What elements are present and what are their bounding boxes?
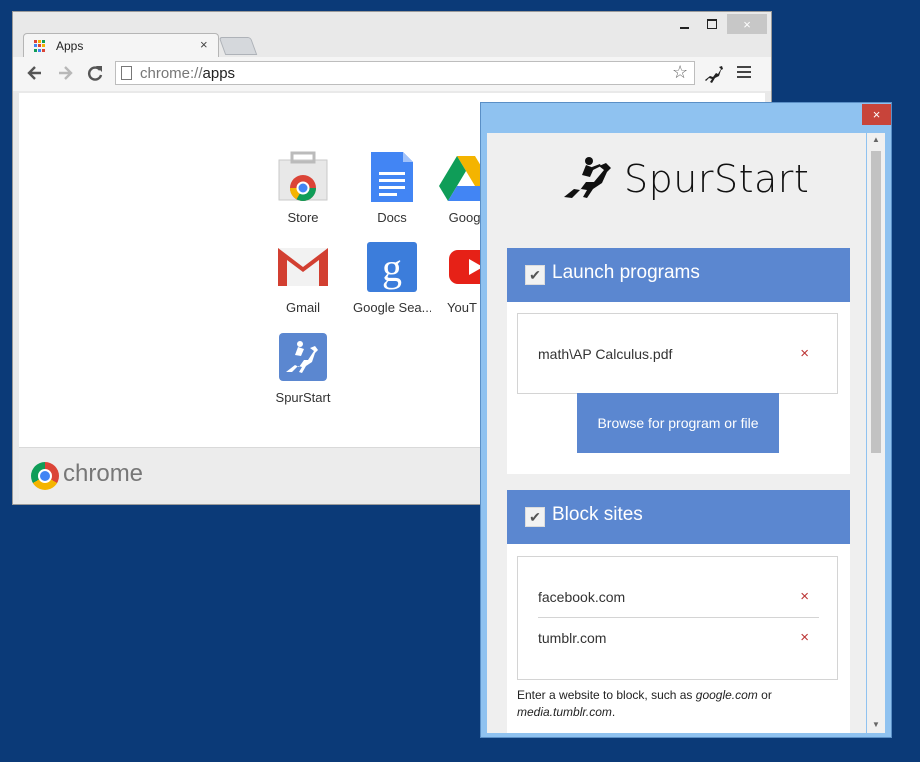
scroll-down-icon[interactable]: ▼	[867, 720, 885, 729]
block-sites-header[interactable]: ✔ Block sites	[507, 490, 850, 544]
launch-programs-header[interactable]: ✔ Launch programs	[507, 248, 850, 302]
block-hint-text: Enter a website to block, such as google…	[517, 688, 772, 719]
bookmark-star-icon[interactable]: ☆	[672, 62, 688, 83]
app-label: Gmail	[286, 300, 320, 315]
remove-icon[interactable]: ×	[800, 629, 809, 646]
block-sites-checkbox[interactable]: ✔	[525, 507, 545, 527]
app-label: Docs	[377, 210, 407, 225]
back-icon[interactable]	[25, 62, 45, 84]
list-item: math\AP Calculus.pdf ×	[538, 334, 819, 374]
list-item: facebook.com ×	[538, 577, 819, 618]
spurstart-app-icon	[276, 330, 330, 384]
app-google-search[interactable]: g Google Sea...	[353, 240, 431, 315]
page-icon	[121, 66, 132, 80]
gmail-icon	[276, 240, 330, 294]
app-label: SpurStart	[275, 390, 331, 405]
app-store[interactable]: Store	[264, 150, 342, 225]
maximize-icon	[707, 19, 717, 29]
spurstart-close-button[interactable]: ×	[862, 104, 891, 125]
horse-rider-logo-icon	[562, 155, 622, 203]
app-spurstart[interactable]: SpurStart	[264, 330, 342, 405]
tab-title: Apps	[56, 39, 84, 53]
chrome-logo-icon	[31, 462, 59, 490]
reload-icon[interactable]	[85, 62, 105, 84]
spurstart-window: × SpurStart ✔ Launch programs math\AP Ca…	[480, 102, 892, 738]
section-title: Block sites	[552, 504, 643, 525]
store-icon	[276, 150, 330, 204]
scrollbar[interactable]: ▲ ▼	[867, 133, 885, 733]
minimize-button[interactable]	[671, 14, 697, 34]
site-name: tumblr.com	[538, 630, 607, 646]
list-item: tumblr.com ×	[538, 618, 819, 658]
minimize-icon	[679, 27, 689, 29]
forward-icon[interactable]	[55, 62, 75, 84]
browse-button[interactable]: Browse for program or file	[577, 393, 779, 453]
spurstart-content: SpurStart ✔ Launch programs math\AP Calc…	[487, 133, 866, 733]
program-path: math\AP Calculus.pdf	[538, 346, 673, 362]
program-list: math\AP Calculus.pdf ×	[517, 313, 838, 394]
app-label: Store	[287, 210, 319, 225]
remove-icon[interactable]: ×	[800, 588, 809, 605]
brand-title: SpurStart	[624, 157, 810, 201]
new-tab-button[interactable]	[218, 37, 258, 55]
section-title: Launch programs	[552, 262, 700, 283]
site-name: facebook.com	[538, 589, 626, 605]
spurstart-extension-icon[interactable]	[703, 62, 725, 84]
remove-icon[interactable]: ×	[800, 345, 809, 362]
toolbar: chrome://apps ☆	[13, 57, 771, 91]
chrome-close-button[interactable]: ×	[727, 14, 767, 34]
tab-close-icon[interactable]: ×	[200, 37, 208, 52]
app-label: Google Sea...	[353, 300, 431, 315]
url-text: chrome://apps	[140, 65, 236, 82]
scroll-thumb[interactable]	[871, 151, 881, 453]
menu-icon[interactable]	[737, 66, 751, 81]
google-search-icon: g	[365, 240, 419, 294]
app-gmail[interactable]: Gmail	[264, 240, 342, 315]
chrome-wordmark: chrome	[63, 460, 144, 487]
app-docs[interactable]: Docs	[353, 150, 431, 225]
launch-programs-body: math\AP Calculus.pdf × Browse for progra…	[507, 302, 850, 474]
apps-grid-icon	[34, 40, 46, 52]
svg-text:g: g	[382, 245, 402, 290]
launch-programs-checkbox[interactable]: ✔	[525, 265, 545, 285]
maximize-button[interactable]	[699, 14, 725, 34]
address-bar[interactable]: chrome://apps ☆	[115, 61, 695, 85]
site-list: facebook.com × tumblr.com ×	[517, 556, 838, 680]
docs-icon	[365, 150, 419, 204]
scroll-up-icon[interactable]: ▲	[867, 135, 885, 144]
tab-apps[interactable]: Apps ×	[23, 33, 219, 58]
